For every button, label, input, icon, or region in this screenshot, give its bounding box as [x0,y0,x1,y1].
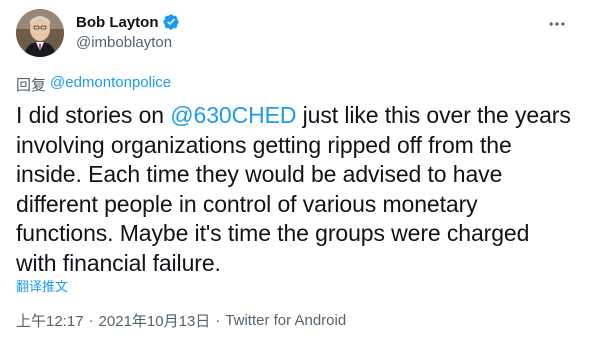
author-handle[interactable]: @imboblayton [76,34,180,51]
more-options-icon [547,14,567,39]
tweet-text-rest: just like this over the years involving … [16,102,571,276]
tweet-time[interactable]: 上午12:17 [16,310,84,331]
avatar[interactable] [16,9,64,57]
display-name[interactable]: Bob Layton [76,14,159,31]
verified-badge-icon [162,13,180,31]
tweet-card: Bob Layton @imboblayton 回复 @edmontonpoli… [0,0,590,346]
tweet-source[interactable]: Twitter for Android [225,312,346,329]
name-row: Bob Layton [76,12,180,32]
meta-separator: · [88,312,94,329]
more-options-button[interactable] [540,9,574,43]
meta-separator-2: · [215,312,221,329]
tweet-header: Bob Layton @imboblayton [16,9,574,57]
tweet-text: I did stories on @630CHED just like this… [16,101,576,278]
reply-mention-link[interactable]: @edmontonpolice [50,74,171,95]
tweet-date[interactable]: 2021年10月13日 [99,310,211,331]
tweet-mention-link[interactable]: @630CHED [170,102,296,128]
reply-prefix: 回复 [16,77,47,94]
translate-tweet-link[interactable]: 翻译推文 [16,276,68,295]
tweet-text-start: I did stories on [16,102,171,128]
avatar-image [16,9,64,57]
reply-context: 回复 @edmontonpolice [16,74,171,95]
tweet-metadata: 上午12:17 · 2021年10月13日 · Twitter for Andr… [16,310,346,331]
author-names: Bob Layton @imboblayton [76,9,180,51]
